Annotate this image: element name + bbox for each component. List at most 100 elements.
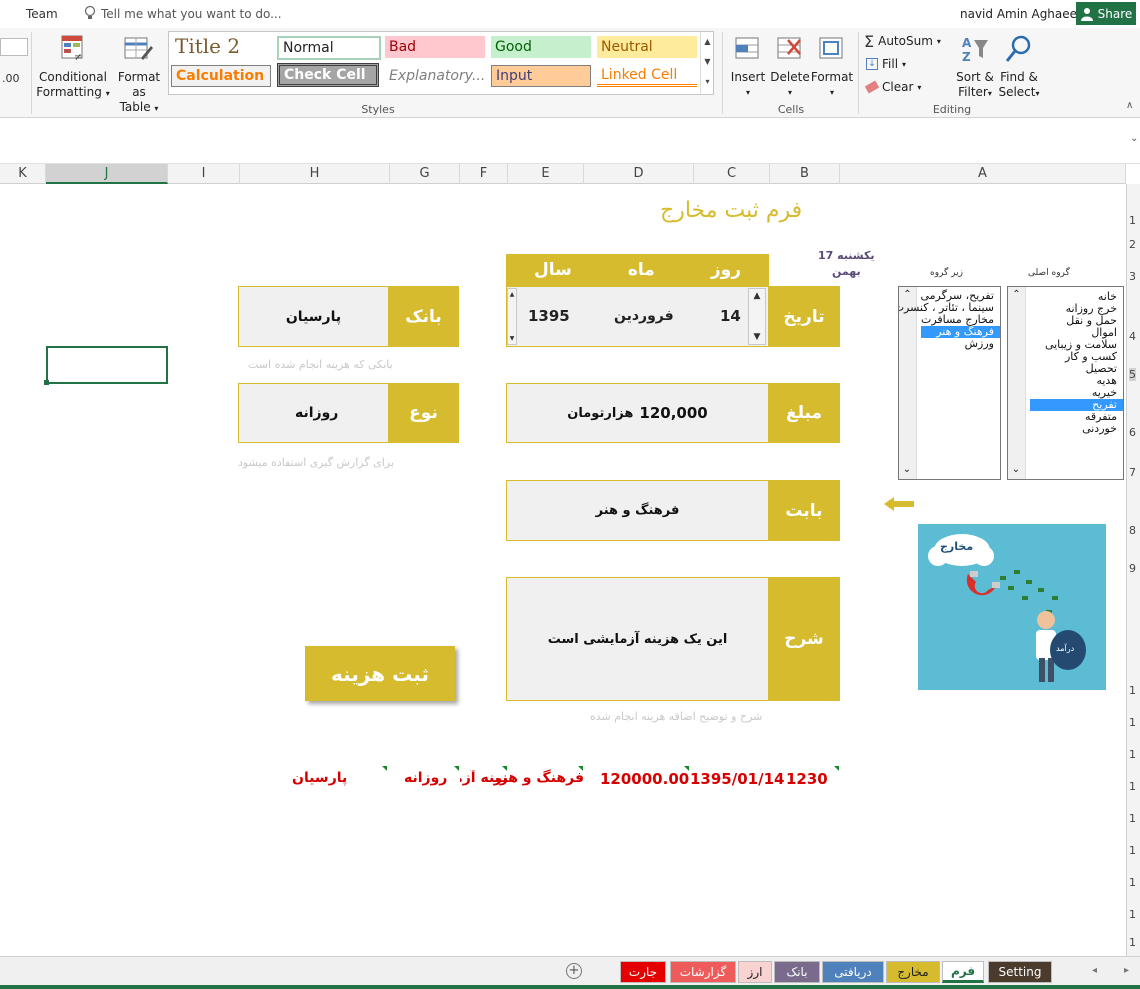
row-header[interactable]: 1 <box>1129 214 1136 227</box>
maingroup-listbox[interactable]: ⌃ ⌄ خانه خرج روزانه حمل و نقل اموال سلام… <box>1007 286 1124 480</box>
delete-button[interactable]: Delete ▾ <box>770 32 810 102</box>
share-button[interactable]: Share <box>1076 2 1136 25</box>
style-bad[interactable]: Bad <box>385 36 485 58</box>
style-input[interactable]: Input <box>491 65 591 87</box>
description-field[interactable]: این یک هزینه آزمایشی است <box>506 577 769 701</box>
gallery-scroll[interactable]: ▲ ▼ ▾ <box>700 32 714 94</box>
maingroup-item[interactable]: خوردنی <box>1030 423 1123 435</box>
row-header[interactable]: 1 <box>1129 844 1136 857</box>
autosum-button[interactable]: Σ AutoSum ▾ <box>864 32 954 51</box>
find-select-button[interactable]: Find & Select▾ <box>996 32 1042 102</box>
sheet-tab-form[interactable]: فرم <box>942 961 984 983</box>
row-header[interactable]: 5 <box>1129 368 1136 381</box>
chevron-down-icon[interactable]: ⌄ <box>1008 464 1025 476</box>
find-select-label-1: Find & <box>1000 70 1038 84</box>
subgroup-listbox[interactable]: ⌃ ⌄ تفریح، سرگرمی سینما ، تئاتر ، کنسرت … <box>898 286 1001 480</box>
insert-button[interactable]: Insert ▾ <box>728 32 768 102</box>
number-format-dropdown[interactable] <box>0 38 28 56</box>
scroll-left-icon[interactable]: ◂ <box>1092 965 1097 976</box>
style-neutral[interactable]: Neutral <box>597 36 697 58</box>
row-header[interactable]: 3 <box>1129 270 1136 283</box>
row-header[interactable]: 6 <box>1129 426 1136 439</box>
day-value[interactable]: 14 <box>720 307 741 325</box>
row-header[interactable]: 1 <box>1129 876 1136 889</box>
row-header[interactable]: 1 <box>1129 812 1136 825</box>
day-spinner[interactable]: ▲ ▼ <box>748 288 766 345</box>
column-header-G[interactable]: G <box>390 164 460 184</box>
sheet-tab-jart[interactable]: جارت <box>620 961 666 983</box>
output-category[interactable]: فرهنگ و هنر <box>494 770 584 786</box>
style-calculation[interactable]: Calculation <box>171 65 271 87</box>
sort-filter-button[interactable]: A Z Sort & Filter▾ <box>954 32 996 102</box>
category-field[interactable]: فرهنگ و هنر <box>506 480 769 541</box>
fill-button[interactable]: ↓ Fill ▾ <box>866 55 936 73</box>
column-header-E[interactable]: E <box>508 164 584 184</box>
row-header[interactable]: 1 <box>1129 936 1136 949</box>
subgroup-scrollbar[interactable]: ⌃ ⌄ <box>899 287 917 479</box>
sheet-tab-currency[interactable]: ارز <box>738 961 772 983</box>
sheet-tab-reports[interactable]: گزارشات <box>670 961 736 983</box>
style-title2[interactable]: Title 2 <box>171 34 271 58</box>
sheet-tab-income[interactable]: دریافتی <box>822 961 884 983</box>
output-date[interactable]: 1395/01/14 <box>690 770 784 788</box>
type-field[interactable]: روزانه <box>238 383 389 443</box>
maingroup-scrollbar[interactable]: ⌃ ⌄ <box>1008 287 1026 479</box>
conditional-formatting-button[interactable]: ≠ Conditional Formatting ▾ <box>36 32 110 102</box>
row-header[interactable]: 8 <box>1129 524 1136 537</box>
month-value[interactable]: فروردین <box>614 308 674 324</box>
subgroup-item[interactable]: ورزش <box>921 338 1000 350</box>
column-header-K[interactable]: K <box>0 164 46 184</box>
output-bank[interactable]: پارسیان <box>292 770 347 786</box>
bank-field[interactable]: پارسیان <box>238 286 389 347</box>
row-header[interactable]: 4 <box>1129 330 1136 343</box>
scroll-right-icon[interactable]: ▸ <box>1124 965 1129 976</box>
output-id[interactable]: 1230 <box>786 770 828 788</box>
column-header-D[interactable]: D <box>584 164 694 184</box>
style-normal[interactable]: Normal <box>277 36 381 60</box>
output-type[interactable]: روزانه <box>404 770 447 786</box>
row-header[interactable]: 1 <box>1129 748 1136 761</box>
row-header[interactable]: 7 <box>1129 466 1136 479</box>
row-header[interactable]: 1 <box>1129 780 1136 793</box>
style-check-cell[interactable]: Check Cell <box>277 63 379 87</box>
column-header-B[interactable]: B <box>770 164 840 184</box>
column-header-A[interactable]: A <box>840 164 1126 184</box>
format-as-table-button[interactable]: Format as Table ▾ <box>110 32 168 114</box>
row-header[interactable]: 1 <box>1129 716 1136 729</box>
format-button[interactable]: Format ▾ <box>810 32 854 102</box>
output-amount[interactable]: 120000.00 <box>600 770 689 788</box>
clear-button[interactable]: Clear ▾ <box>864 78 936 96</box>
year-value[interactable]: 1395 <box>528 307 570 325</box>
sheet-tab-bank[interactable]: بانک <box>774 961 820 983</box>
column-header-J[interactable]: J <box>46 164 168 184</box>
row-header[interactable]: 2 <box>1129 238 1136 251</box>
add-sheet-icon[interactable]: + <box>566 963 582 979</box>
column-header-F[interactable]: F <box>460 164 508 184</box>
column-header-C[interactable]: C <box>694 164 770 184</box>
sheet-tab-setting[interactable]: Setting <box>988 961 1052 983</box>
sheet-tab-expenses[interactable]: مخارج <box>886 961 940 983</box>
chevron-down-icon[interactable]: ⌄ <box>899 464 916 476</box>
chevron-up-icon[interactable]: ⌃ <box>1008 289 1025 301</box>
output-description[interactable]: زینه آزما <box>460 770 508 786</box>
row-header[interactable]: 1 <box>1129 908 1136 921</box>
row-header[interactable]: 9 <box>1129 562 1136 575</box>
user-name[interactable]: navid Amin Aghaee <box>960 7 1077 21</box>
chevron-up-icon[interactable]: ⌃ <box>899 289 916 301</box>
decrease-decimal-icon[interactable]: .00 <box>2 72 20 85</box>
expand-formula-icon[interactable]: ⌄ <box>1130 133 1138 144</box>
style-explanatory[interactable]: Explanatory... <box>385 65 485 87</box>
tell-me-input[interactable]: Tell me what you want to do... <box>101 7 282 21</box>
style-linked-cell[interactable]: Linked Cell <box>597 65 697 87</box>
row-header[interactable]: 1 <box>1129 684 1136 697</box>
selected-cell[interactable] <box>46 346 168 384</box>
column-header-I[interactable]: I <box>168 164 240 184</box>
year-spinner[interactable]: ▲ ▼ <box>507 288 517 345</box>
team-tab[interactable]: Team <box>26 7 58 21</box>
fill-handle[interactable] <box>44 380 49 385</box>
column-header-H[interactable]: H <box>240 164 390 184</box>
collapse-ribbon-icon[interactable]: ∧ <box>1126 100 1133 111</box>
style-good[interactable]: Good <box>491 36 591 58</box>
amount-field[interactable]: 120,000 هزارتومان <box>506 383 769 443</box>
submit-expense-button[interactable]: ثبت هزینه <box>305 646 455 701</box>
